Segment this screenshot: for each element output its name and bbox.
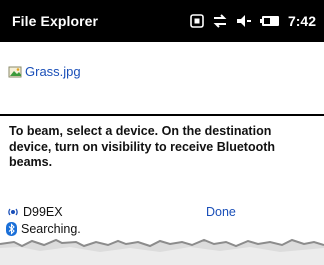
instructions-text: To beam, select a device. On the destina… <box>9 124 276 169</box>
torn-paper-edge <box>0 238 324 265</box>
divider <box>0 114 324 116</box>
status-area: 7:42 <box>182 12 316 30</box>
battery-icon <box>259 12 280 30</box>
clock: 7:42 <box>287 13 316 29</box>
wireless-device-icon <box>6 205 20 219</box>
sync-arrows-icon <box>212 12 228 30</box>
keyboard-icon[interactable] <box>190 12 204 30</box>
selected-file: Grass.jpg <box>8 64 81 79</box>
speaker-icon[interactable] <box>236 12 252 30</box>
done-button[interactable]: Done <box>206 205 236 219</box>
image-file-icon <box>8 65 22 79</box>
device-list-item[interactable]: D99EX <box>6 205 318 219</box>
title-bar: File Explorer 7:42 <box>0 0 324 42</box>
file-name: Grass.jpg <box>25 64 81 79</box>
device-name: D99EX <box>23 205 63 219</box>
screen: File Explorer 7:42 Grass.jpg To beam, se… <box>0 0 324 265</box>
app-title: File Explorer <box>12 13 99 29</box>
